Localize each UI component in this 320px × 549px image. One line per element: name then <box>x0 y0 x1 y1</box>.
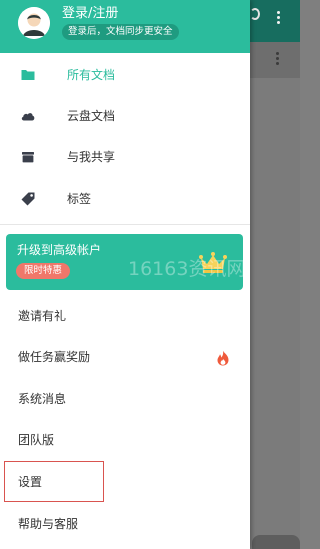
tag-icon <box>21 192 35 206</box>
menu-item-tasks-rewards[interactable]: 做任务赢奖励 <box>0 337 250 377</box>
divider <box>0 224 250 225</box>
shared-box-icon <box>22 152 34 163</box>
limited-offer-badge: 限时特惠 <box>16 263 71 279</box>
account-header[interactable]: 登录/注册 登录后，文档同步更安全 <box>0 0 250 53</box>
nav-item-cloud-documents[interactable]: 云盘文档 <box>0 96 250 136</box>
nav-item-shared-with-me[interactable]: 与我共享 <box>0 137 250 177</box>
settings-highlight-box <box>4 461 104 502</box>
menu-item-invite[interactable]: 邀请有礼 <box>0 296 250 336</box>
menu-item-system-messages[interactable]: 系统消息 <box>0 379 250 419</box>
login-hint-badge: 登录后，文档同步更安全 <box>62 24 179 40</box>
cloud-icon <box>21 113 35 121</box>
avatar[interactable] <box>18 7 50 39</box>
nav-item-all-documents[interactable]: 所有文档 <box>0 55 250 95</box>
menu-label: 做任务赢奖励 <box>18 350 91 364</box>
nav-label: 标签 <box>67 192 92 206</box>
folder-icon <box>21 70 35 80</box>
background-refresh-icon <box>250 8 260 20</box>
watermark-text: 16163资讯网 <box>128 258 246 280</box>
menu-label: 邀请有礼 <box>18 309 67 323</box>
menu-label: 系统消息 <box>18 392 67 406</box>
background-bottom-handle <box>252 535 300 549</box>
more-options-icon[interactable] <box>277 11 280 24</box>
nav-item-tags[interactable]: 标签 <box>0 179 250 219</box>
nav-label: 所有文档 <box>67 68 116 82</box>
login-register-link[interactable]: 登录/注册 <box>62 6 118 22</box>
sub-more-options-icon[interactable] <box>276 52 279 65</box>
upgrade-title: 升级到高级帐户 <box>17 243 102 257</box>
menu-item-help-support[interactable]: 帮助与客服 <box>0 504 250 544</box>
fire-icon <box>217 350 229 366</box>
nav-label: 云盘文档 <box>67 109 116 123</box>
nav-label: 与我共享 <box>67 150 116 164</box>
menu-label: 帮助与客服 <box>18 517 79 531</box>
menu-item-team-edition[interactable]: 团队版 <box>0 420 250 460</box>
menu-label: 团队版 <box>18 433 55 447</box>
